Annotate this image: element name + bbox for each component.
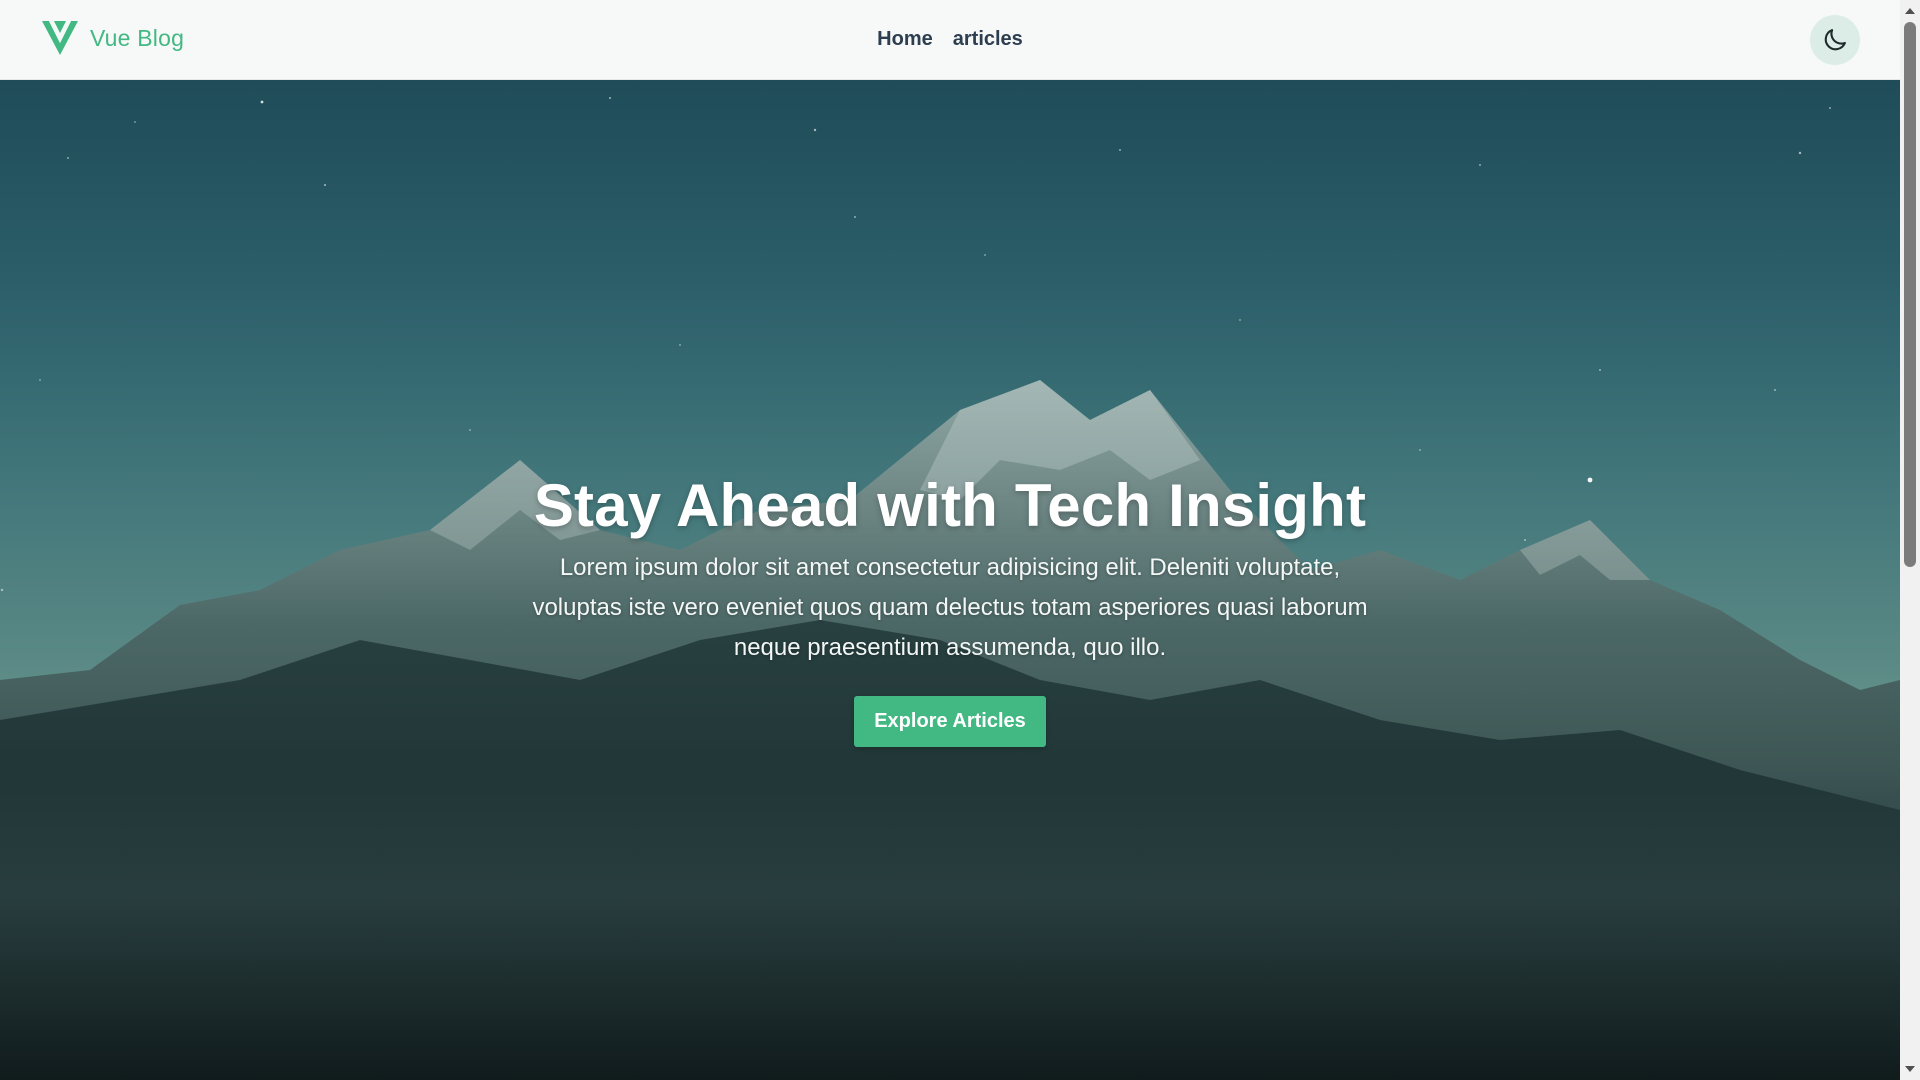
hero-section: Stay Ahead with Tech Insight Lorem ipsum…	[0, 80, 1900, 1080]
fog-band	[0, 770, 1900, 1080]
page-scrollbar[interactable]	[1900, 0, 1920, 1080]
moon-icon	[1824, 29, 1846, 51]
navbar: Vue Blog Home articles	[0, 0, 1900, 80]
hero-title: Stay Ahead with Tech Insight	[533, 472, 1367, 539]
nav-link-articles[interactable]: articles	[953, 28, 1023, 51]
scroll-up-arrow-icon[interactable]	[1905, 8, 1915, 14]
hero-content: Stay Ahead with Tech Insight Lorem ipsum…	[0, 470, 1900, 747]
explore-articles-button[interactable]: Explore Articles	[854, 696, 1046, 747]
nav-link-home[interactable]: Home	[877, 28, 933, 51]
hero-subtitle: Lorem ipsum dolor sit amet consectetur a…	[532, 554, 1368, 661]
page: Vue Blog Home articles Stay Ahead with T…	[0, 0, 1920, 1080]
scroll-down-arrow-icon[interactable]	[1905, 1066, 1915, 1072]
main-nav: Home articles	[0, 28, 1900, 51]
theme-toggle-button[interactable]	[1810, 15, 1860, 65]
scrollbar-thumb[interactable]	[1904, 22, 1916, 567]
